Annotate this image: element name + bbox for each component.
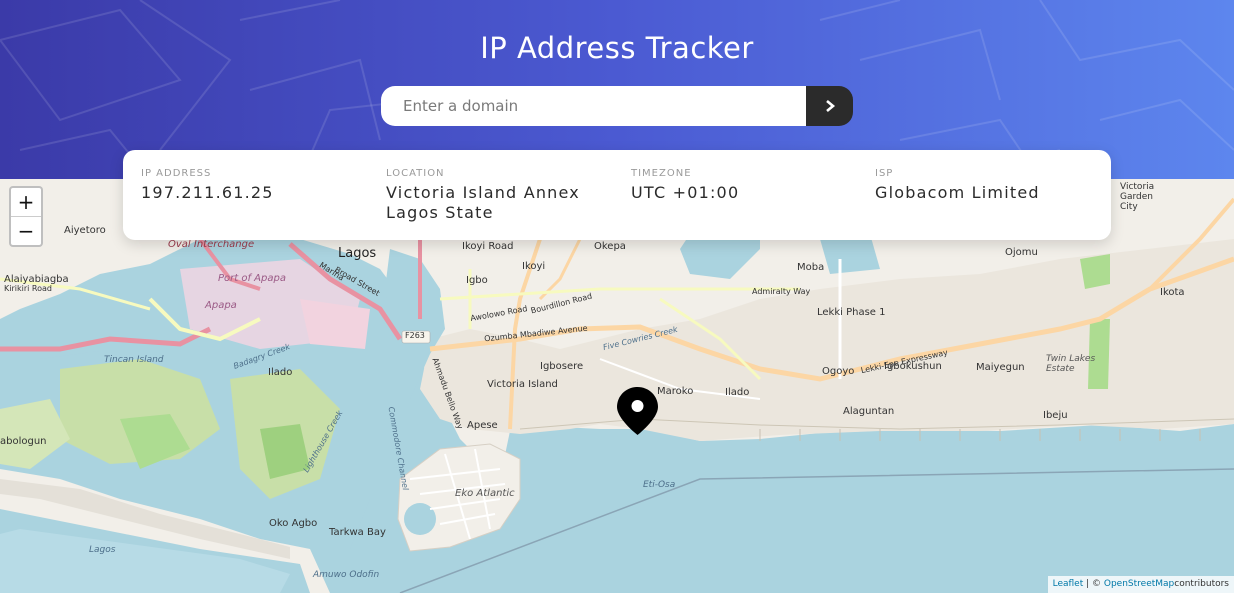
location-section: LOCATION Victoria Island Annex Lagos Sta… bbox=[386, 168, 580, 223]
zoom-in-button[interactable]: + bbox=[11, 188, 41, 217]
map-attribution: Leaflet | © OpenStreetMapcontributors bbox=[1047, 576, 1234, 593]
map-label-apapa: Apapa bbox=[205, 300, 237, 311]
chevron-right-icon bbox=[825, 100, 835, 112]
map-label-victoria-island: Victoria Island bbox=[487, 379, 558, 390]
domain-search-input[interactable] bbox=[381, 86, 806, 126]
map-label-f263: F263 bbox=[405, 331, 425, 340]
map-label-admiralty-way: Admiralty Way bbox=[752, 287, 811, 296]
submit-button[interactable] bbox=[806, 86, 853, 126]
location-line-1: Victoria Island Annex bbox=[386, 183, 580, 202]
isp-value: Globacom Limited bbox=[875, 183, 1040, 202]
map-label-ilado-2: Ilado bbox=[725, 387, 750, 398]
map-label-ibeju: Ibeju bbox=[1043, 410, 1068, 421]
openstreetmap-link[interactable]: OpenStreetMap bbox=[1104, 579, 1174, 589]
map-label-victoria-garden-city: Victoria Garden City bbox=[1120, 182, 1155, 212]
map-label-eko-atlantic: Eko Atlantic bbox=[455, 488, 515, 499]
map-label-lagos-water: Lagos bbox=[89, 545, 116, 555]
map-label-okepa: Okepa bbox=[594, 241, 626, 252]
map-label-lagos: Lagos bbox=[338, 246, 377, 261]
map-label-lekki-phase-1: Lekki Phase 1 bbox=[817, 307, 886, 318]
zoom-control: + − bbox=[9, 186, 43, 247]
map-label-kirikiri-road: Kirikiri Road bbox=[4, 284, 52, 293]
map-label-ikoyi-road: Ikoyi Road bbox=[462, 241, 514, 252]
zoom-out-button[interactable]: − bbox=[11, 217, 41, 245]
map-label-aiyetoro: Aiyetoro bbox=[64, 225, 106, 236]
map-label-maroko: Maroko bbox=[657, 386, 694, 397]
ip-address-label: IP ADDRESS bbox=[141, 168, 212, 179]
timezone-section: TIMEZONE UTC +01:00 bbox=[631, 168, 739, 203]
map-label-twin-lakes-estate: Twin Lakes Estate bbox=[1046, 354, 1096, 374]
map-label-alaguntan: Alaguntan bbox=[843, 406, 895, 417]
ip-address-section: IP ADDRESS 197.211.61.25 bbox=[141, 168, 274, 203]
map-label-ojomu: Ojomu bbox=[1005, 247, 1038, 258]
leaflet-link[interactable]: Leaflet bbox=[1053, 579, 1084, 589]
timezone-label: TIMEZONE bbox=[631, 168, 692, 179]
attribution-contributors: contributors bbox=[1174, 579, 1229, 589]
attribution-separator: | © bbox=[1083, 579, 1104, 589]
map-label-igbo: Igbo bbox=[466, 275, 488, 286]
map-label-oval-interchange: Oval Interchange bbox=[168, 239, 255, 250]
map-label-moba: Moba bbox=[797, 262, 825, 273]
location-value: Victoria Island Annex Lagos State bbox=[386, 183, 580, 223]
map-label-apese: Apese bbox=[467, 420, 498, 431]
timezone-value: UTC +01:00 bbox=[631, 183, 740, 202]
map-label-oko-agbo: Oko Agbo bbox=[269, 518, 318, 529]
map-label-tincan-island: Tincan Island bbox=[104, 355, 164, 365]
map-label-ikoyi: Ikoyi bbox=[522, 261, 546, 272]
map-label-igbosere: Igbosere bbox=[540, 361, 584, 372]
map-label-port-of-apapa: Port of Apapa bbox=[218, 273, 286, 284]
isp-label: ISP bbox=[875, 168, 894, 179]
map-label-eti-osa: Eti-Osa bbox=[643, 480, 676, 490]
map-label-tarkwa-bay: Tarkwa Bay bbox=[329, 527, 386, 538]
map-label-ikota: Ikota bbox=[1160, 287, 1185, 298]
map-label-maiyegun: Maiyegun bbox=[976, 362, 1025, 373]
isp-section: ISP Globacom Limited bbox=[875, 168, 1040, 203]
location-line-2: Lagos State bbox=[386, 203, 494, 222]
map-marker-icon bbox=[617, 387, 658, 435]
map-label-amuwo-odofin: Amuwo Odofin bbox=[313, 570, 380, 580]
map-label-abologun: abologun bbox=[0, 436, 47, 447]
location-pin-icon[interactable] bbox=[616, 386, 659, 440]
search-bar bbox=[381, 86, 853, 126]
map-label-ogoyo: Ogoyo bbox=[822, 366, 855, 377]
ip-address-value: 197.211.61.25 bbox=[141, 183, 274, 202]
location-label: LOCATION bbox=[386, 168, 445, 179]
ip-info-card: IP ADDRESS 197.211.61.25 LOCATION Victor… bbox=[123, 150, 1111, 240]
page-title: IP Address Tracker bbox=[480, 31, 754, 65]
map-label-ilado: Ilado bbox=[268, 367, 293, 378]
